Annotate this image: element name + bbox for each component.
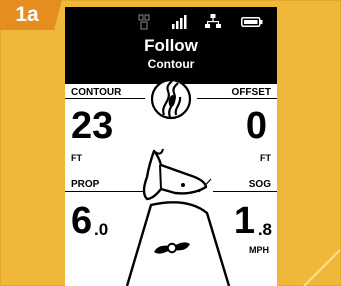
contour-follow-icon [150, 78, 192, 120]
propeller-icon [154, 242, 190, 254]
mode-header: Follow Contour [65, 7, 277, 84]
display-screen: Follow Contour CONTOUR 23 FT OFFSET 0 FT… [65, 7, 277, 286]
mode-title: Follow [144, 36, 198, 55]
trolling-motor-icon [125, 148, 231, 286]
corner-accent [303, 250, 341, 286]
contour-label: CONTOUR [71, 87, 122, 98]
offset-label: OFFSET [231, 87, 271, 98]
mode-subtitle: Contour [147, 57, 195, 71]
contour-rule [65, 98, 145, 99]
network-icon [205, 14, 221, 28]
battery-icon [241, 17, 263, 27]
figure-badge: 1a [0, 0, 54, 30]
motor-icon [138, 14, 150, 30]
badge-notch [54, 0, 62, 30]
offset-rule [197, 98, 277, 99]
signal-bars-icon [172, 15, 187, 29]
